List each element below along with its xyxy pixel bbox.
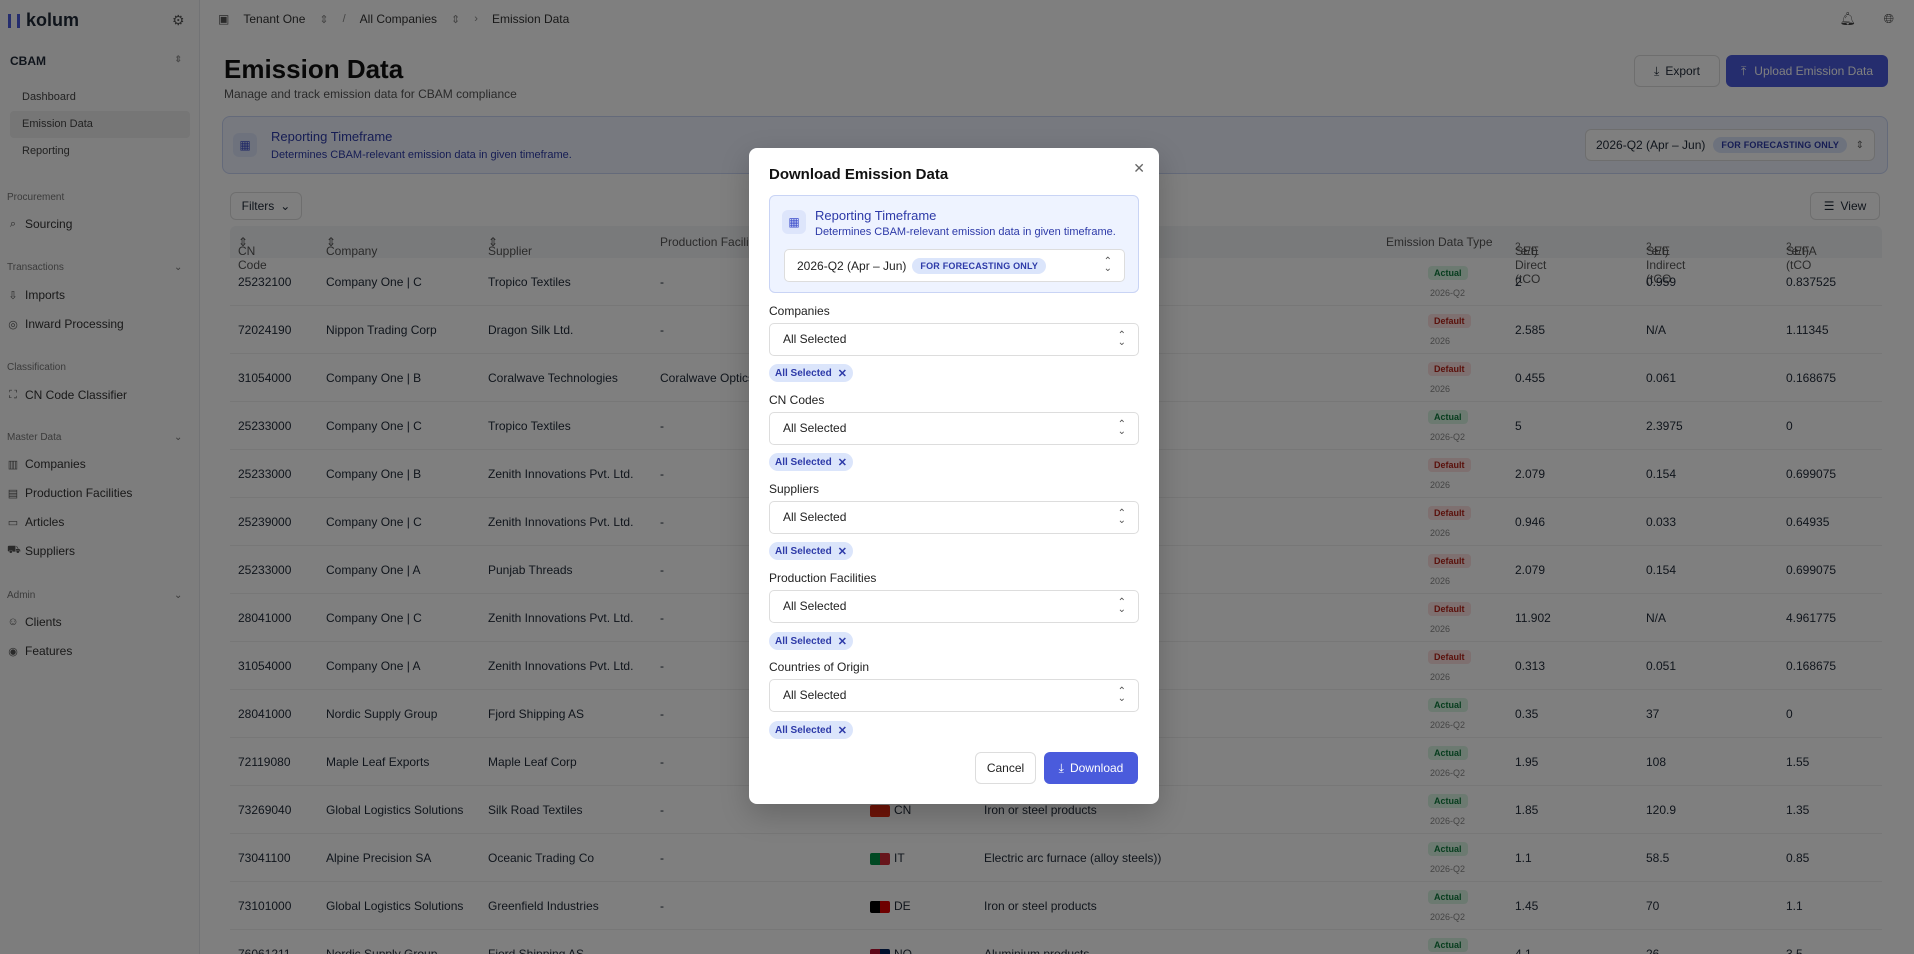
cancel-button[interactable]: Cancel (975, 752, 1036, 784)
chevron-updown-icon: ⌃ ⌄ (1117, 597, 1126, 615)
download-icon: ⤓ (1058, 760, 1064, 775)
countries-of-origin-chip: All Selected ✕ (769, 721, 853, 739)
chevron-updown-icon: ⌃ ⌄ (1117, 686, 1126, 704)
suppliers-chip: All Selected ✕ (769, 542, 853, 560)
dialog-title: Download Emission Data (769, 166, 949, 183)
cn-codes-select[interactable]: All Selected ⌃ ⌄ (769, 412, 1139, 445)
chevron-updown-icon: ⌃ ⌄ (1117, 419, 1126, 437)
remove-chip-icon[interactable]: ✕ (838, 367, 847, 380)
suppliers-label: Suppliers (769, 482, 820, 496)
chevron-updown-icon: ⌃ ⌄ (1117, 330, 1126, 348)
remove-chip-icon[interactable]: ✕ (838, 724, 847, 737)
cn-codes-chip: All Selected ✕ (769, 453, 853, 471)
dialog-timeframe-card: ▦ Reporting Timeframe Determines CBAM-re… (769, 195, 1139, 293)
forecast-badge: FOR FORECASTING ONLY (912, 257, 1047, 274)
suppliers-select[interactable]: All Selected ⌃ ⌄ (769, 501, 1139, 534)
download-emission-data-dialog: Download Emission Data ✕ ▦ Reporting Tim… (749, 148, 1159, 804)
dialog-timeframe-title: Reporting Timeframe (815, 208, 937, 223)
download-button[interactable]: ⤓ Download (1044, 752, 1138, 784)
countries-of-origin-select[interactable]: All Selected ⌃ ⌄ (769, 679, 1139, 712)
production-facilities-chip: All Selected ✕ (769, 632, 853, 650)
production-facilities-select[interactable]: All Selected ⌃ ⌄ (769, 590, 1139, 623)
chevron-updown-icon: ⌃ ⌄ (1103, 256, 1112, 274)
chevron-updown-icon: ⌃ ⌄ (1117, 508, 1126, 526)
remove-chip-icon[interactable]: ✕ (838, 635, 847, 648)
companies-chip: All Selected ✕ (769, 364, 853, 382)
dialog-timeframe-select[interactable]: 2026-Q2 (Apr – Jun) FOR FORECASTING ONLY… (784, 249, 1125, 282)
remove-chip-icon[interactable]: ✕ (838, 545, 847, 558)
dialog-timeframe-subtitle: Determines CBAM-relevant emission data i… (815, 226, 1116, 238)
remove-chip-icon[interactable]: ✕ (838, 456, 847, 469)
close-icon[interactable]: ✕ (1133, 160, 1145, 177)
calendar-icon: ▦ (782, 210, 806, 234)
production-facilities-label: Production Facilities (769, 571, 877, 585)
cn-codes-label: CN Codes (769, 393, 825, 407)
companies-label: Companies (769, 304, 830, 318)
companies-select[interactable]: All Selected ⌃ ⌄ (769, 323, 1139, 356)
countries-of-origin-label: Countries of Origin (769, 660, 870, 674)
